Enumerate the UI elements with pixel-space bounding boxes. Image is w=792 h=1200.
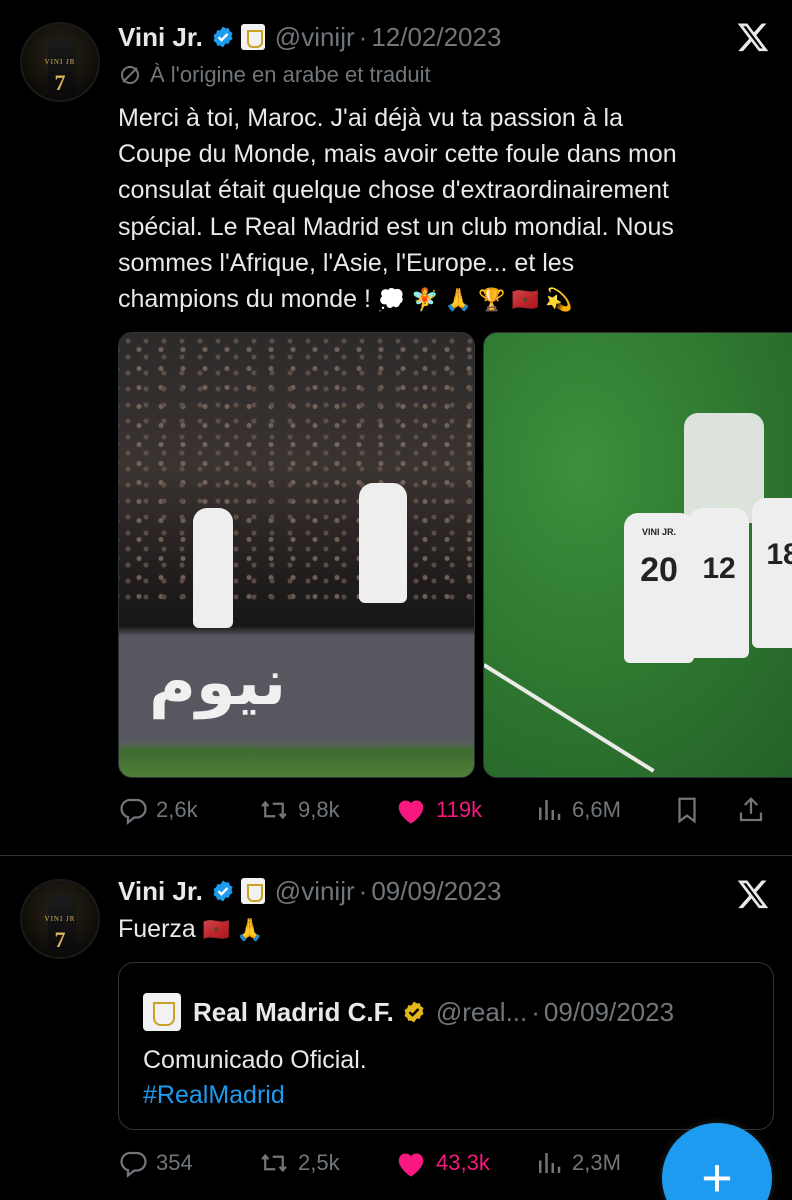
player-jersey: VINI JR. 20 xyxy=(624,513,694,663)
jersey-number: 12 xyxy=(702,552,736,585)
views-button[interactable]: 2,3M xyxy=(534,1148,621,1178)
real-madrid-logo-icon xyxy=(143,993,181,1031)
tweet-text-body: Fuerza xyxy=(118,915,196,943)
views-icon xyxy=(539,800,561,820)
tweet-text-line: consulat était quelque chose d'extraordi… xyxy=(118,176,669,205)
tweet-photo-1[interactable]: نيوم xyxy=(118,332,475,778)
pitch-line xyxy=(484,663,655,773)
translation-note: À l'origine en arabe et traduit xyxy=(118,62,431,88)
player-jersey: 12 xyxy=(689,508,749,658)
tweet-text-line: Coupe du Monde, mais avoir cette foule d… xyxy=(118,140,677,169)
like-count: 119k xyxy=(436,797,483,822)
tweet-text: Fuerza 🇲🇦 🙏 xyxy=(118,911,778,948)
quoted-text-body: Comunicado Oficial. xyxy=(143,1046,367,1074)
tweet-text-line: Merci à toi, Maroc. J'ai déjà vu ta pass… xyxy=(118,104,624,132)
like-button[interactable]: 119k xyxy=(394,795,482,825)
reply-icon xyxy=(120,1151,147,1178)
jersey-number: 20 xyxy=(640,551,678,589)
tweet-text: Merci à toi, Maroc. J'ai déjà vu ta pass… xyxy=(118,100,778,318)
avatar-label: VINI JR xyxy=(44,915,76,923)
quoted-header: Real Madrid C.F. @real... · 09/09/2023 xyxy=(143,993,674,1031)
tweet-emojis: 💭 🧚 🙏 🏆 🇲🇦 💫 xyxy=(377,287,573,313)
tweet-1[interactable]: VINI JR 7 Vini Jr. @vinijr · 12/02/2023 … xyxy=(0,0,792,856)
bookmark-button[interactable] xyxy=(672,795,710,825)
author-avatar[interactable]: VINI JR 7 xyxy=(20,879,100,959)
jersey-number: 18 xyxy=(766,538,792,571)
hashtag-link[interactable]: #RealMadrid xyxy=(143,1078,367,1113)
avatar-number: 7 xyxy=(54,70,66,95)
repost-button[interactable]: 9,8k xyxy=(258,795,340,825)
reply-count: 2,6k xyxy=(156,797,198,822)
reply-button[interactable]: 2,6k xyxy=(118,795,198,825)
avatar-label: VINI JR xyxy=(44,58,76,66)
quoted-text: Comunicado Oficial. #RealMadrid xyxy=(143,1043,367,1113)
quoted-author-name[interactable]: Real Madrid C.F. xyxy=(193,997,394,1028)
jersey-name: VINI JR. xyxy=(641,527,676,537)
club-badge-icon xyxy=(240,24,265,50)
share-button[interactable] xyxy=(736,795,774,825)
like-count: 43,3k xyxy=(436,1150,490,1175)
tweet-header: Vini Jr. @vinijr · 12/02/2023 xyxy=(118,20,501,54)
stadium-billboard: نيوم xyxy=(119,634,474,742)
bookmark-icon xyxy=(678,797,696,824)
tweet-actions: 2,6k 9,8k 119k 6,6M xyxy=(118,790,778,830)
author-name[interactable]: Vini Jr. xyxy=(118,22,203,53)
plus-icon: + xyxy=(701,1148,733,1200)
reply-count: 354 xyxy=(156,1150,193,1175)
billboard-text: نيوم xyxy=(149,645,287,718)
player-figure xyxy=(359,483,407,603)
player-figure xyxy=(684,413,764,523)
player-figure xyxy=(193,508,233,628)
club-badge-icon xyxy=(240,878,265,904)
verified-badge-icon xyxy=(213,880,233,902)
quoted-tweet[interactable]: Real Madrid C.F. @real... · 09/09/2023 C… xyxy=(118,962,774,1130)
x-logo-icon[interactable] xyxy=(736,877,770,911)
reply-icon xyxy=(120,798,147,825)
tweet-photo-2[interactable]: VINI JR. 20 12 18 xyxy=(483,332,792,778)
quoted-date[interactable]: 09/09/2023 xyxy=(544,997,674,1028)
x-logo-icon[interactable] xyxy=(736,20,770,54)
translate-icon xyxy=(121,66,139,84)
translation-text: À l'origine en arabe et traduit xyxy=(150,62,431,87)
view-count: 2,3M xyxy=(572,1150,621,1175)
tweet-date[interactable]: 09/09/2023 xyxy=(371,876,501,907)
gold-verified-badge-icon xyxy=(404,1001,424,1023)
repost-icon xyxy=(261,800,287,820)
separator: · xyxy=(358,21,368,52)
repost-icon xyxy=(261,1153,287,1173)
like-icon xyxy=(398,800,424,824)
reply-button[interactable]: 354 xyxy=(118,1148,193,1178)
views-button[interactable]: 6,6M xyxy=(534,795,621,825)
tweet-date[interactable]: 12/02/2023 xyxy=(371,22,501,53)
like-icon xyxy=(398,1153,424,1177)
verified-badge-icon xyxy=(213,26,233,48)
stadium-crowd xyxy=(119,333,474,609)
views-icon xyxy=(539,1153,561,1173)
tweet-header: Vini Jr. @vinijr · 09/09/2023 xyxy=(118,874,501,908)
tweet-emojis: 🇲🇦 🙏 xyxy=(202,917,264,942)
repost-count: 9,8k xyxy=(298,797,340,822)
author-avatar[interactable]: VINI JR 7 xyxy=(20,22,100,102)
author-handle[interactable]: @vinijr xyxy=(275,22,355,53)
tweet-text-line: spécial. Le Real Madrid est un club mond… xyxy=(118,212,674,241)
separator: · xyxy=(531,996,540,1027)
tweet-text-line-last: champions du monde ! 💭 🧚 🙏 🏆 🇲🇦 💫 xyxy=(118,285,573,314)
author-name[interactable]: Vini Jr. xyxy=(118,876,203,907)
view-count: 6,6M xyxy=(572,797,621,822)
avatar-number: 7 xyxy=(54,927,66,952)
tweet-text-line: sommes l'Afrique, l'Asie, l'Europe... et… xyxy=(118,248,575,277)
repost-count: 2,5k xyxy=(298,1150,340,1175)
separator: · xyxy=(358,875,368,906)
repost-button[interactable]: 2,5k xyxy=(258,1148,340,1178)
like-button[interactable]: 43,3k xyxy=(394,1148,490,1178)
quoted-handle[interactable]: @real... xyxy=(436,997,527,1028)
share-icon xyxy=(739,797,763,822)
author-handle[interactable]: @vinijr xyxy=(275,876,355,907)
